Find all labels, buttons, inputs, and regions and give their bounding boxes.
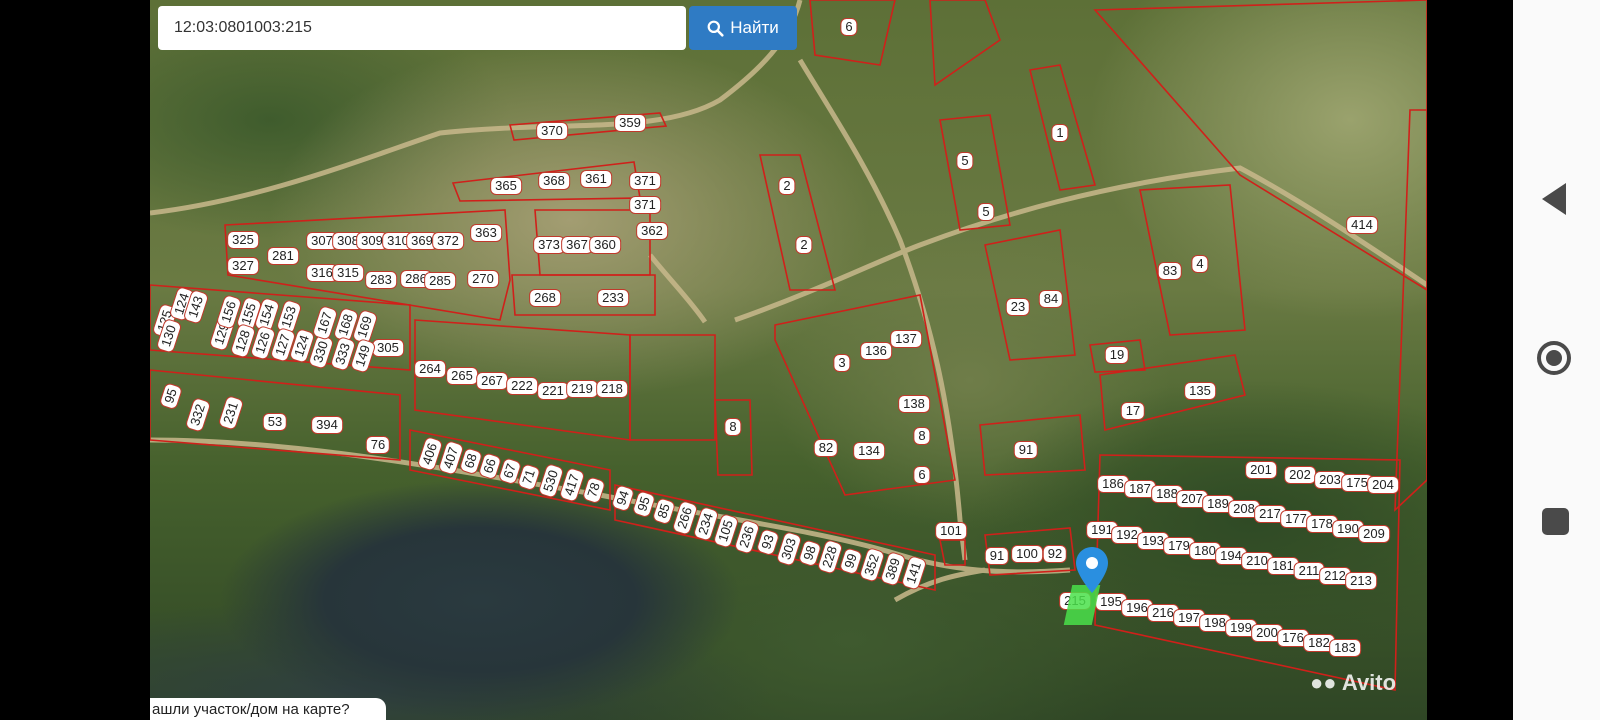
plot-number-label[interactable]: 8 (913, 427, 931, 445)
plot-number-label[interactable]: 6 (913, 466, 931, 484)
plot-number-label[interactable]: 361 (580, 170, 612, 188)
plot-number-label[interactable]: 2 (795, 236, 813, 254)
plot-number-label[interactable]: 3 (833, 354, 851, 372)
plot-number-label[interactable]: 76 (365, 436, 391, 454)
plot-number-label[interactable]: 100 (1011, 545, 1043, 563)
plot-number-label[interactable]: 370 (536, 122, 568, 140)
satellite-map[interactable]: 370 359 365 368 361 371 371 362 325 327 281 307 308 3… (150, 0, 1427, 720)
plot-number-label[interactable]: 183 (1329, 639, 1361, 657)
plot-number-label[interactable]: 134 (853, 442, 885, 460)
plot-number-label[interactable]: 222 (506, 377, 538, 395)
plot-number-label[interactable]: 213 (1345, 572, 1377, 590)
avito-dots-icon: ●● (1310, 670, 1337, 695)
plot-number-label[interactable]: 414 (1346, 216, 1378, 234)
find-button[interactable]: Найти (689, 6, 797, 50)
plot-number-label[interactable]: 101 (935, 522, 967, 540)
plot-number-label[interactable]: 372 (432, 232, 464, 250)
plot-number-label[interactable]: 92 (1042, 545, 1068, 563)
plot-number-label[interactable]: 84 (1038, 290, 1064, 308)
plot-number-label[interactable]: 219 (566, 380, 598, 398)
plot-number-label[interactable]: 8 (724, 418, 742, 436)
plot-number-label[interactable]: 19 (1104, 346, 1130, 364)
find-button-label: Найти (730, 18, 779, 37)
plot-number-label[interactable]: 17 (1120, 402, 1146, 420)
plot-number-label[interactable]: 4 (1191, 255, 1209, 273)
avito-watermark: ●● Avito (1310, 670, 1396, 696)
plot-number-label[interactable]: 270 (467, 270, 499, 288)
plot-number-label[interactable]: 267 (476, 372, 508, 390)
plot-number-label[interactable]: 135 (1184, 382, 1216, 400)
plot-number-label[interactable]: 138 (898, 395, 930, 413)
map-pin-icon (1076, 547, 1108, 593)
watermark-text: Avito (1341, 670, 1397, 695)
plot-number-label[interactable]: 315 (332, 264, 364, 282)
plot-number-label[interactable]: 2 (778, 177, 796, 195)
plot-number-label[interactable]: 283 (365, 271, 397, 289)
plot-number-label[interactable]: 285 (424, 272, 456, 290)
help-bubble[interactable]: ашли участок/дом на карте? (150, 698, 386, 720)
plot-number-label[interactable]: 91 (984, 547, 1010, 565)
plot-number-label[interactable]: 268 (529, 289, 561, 307)
plot-number-label[interactable]: 363 (470, 224, 502, 242)
plot-number-label[interactable]: 6 (840, 18, 858, 36)
plot-number-label[interactable]: 5 (956, 152, 974, 170)
search-icon (707, 20, 724, 37)
plot-number-label[interactable]: 371 (629, 172, 661, 190)
plot-number-label[interactable]: 136 (860, 342, 892, 360)
plot-number-label[interactable]: 367 (561, 236, 593, 254)
plot-number-label[interactable]: 209 (1358, 525, 1390, 543)
plot-number-label[interactable]: 327 (227, 257, 259, 275)
plot-number-label[interactable]: 264 (414, 360, 446, 378)
plot-number-label[interactable]: 53 (262, 413, 288, 431)
plot-number-label[interactable]: 91 (1013, 441, 1039, 459)
plot-number-label[interactable]: 218 (596, 380, 628, 398)
location-pin[interactable] (1076, 547, 1108, 598)
plot-number-label[interactable]: 371 (629, 196, 661, 214)
plot-number-label[interactable]: 360 (589, 236, 621, 254)
plot-number-label[interactable]: 365 (490, 177, 522, 195)
plot-number-label[interactable]: 204 (1367, 476, 1399, 494)
back-icon[interactable] (1542, 183, 1566, 215)
plot-number-label[interactable]: 137 (890, 330, 922, 348)
plot-number-label[interactable]: 373 (533, 236, 565, 254)
search-input-value: 12:03:0801003:215 (174, 19, 312, 36)
plot-number-label[interactable]: 325 (227, 231, 259, 249)
plot-number-label[interactable]: 233 (597, 289, 629, 307)
plot-number-label[interactable]: 281 (267, 247, 299, 265)
plot-number-label[interactable]: 1 (1051, 124, 1069, 142)
plot-number-label[interactable]: 265 (446, 367, 478, 385)
help-bubble-text: ашли участок/дом на карте? (152, 701, 350, 718)
plot-number-label[interactable]: 5 (977, 203, 995, 221)
plot-number-label[interactable]: 394 (311, 416, 343, 434)
home-icon[interactable] (1537, 341, 1571, 375)
recent-apps-icon[interactable] (1542, 508, 1569, 535)
plot-number-label[interactable]: 82 (813, 439, 839, 457)
plot-number-label[interactable]: 368 (538, 172, 570, 190)
plot-number-label[interactable]: 23 (1005, 298, 1031, 316)
plot-number-label[interactable]: 221 (537, 382, 569, 400)
plot-number-label[interactable]: 201 (1245, 461, 1277, 479)
plot-number-label[interactable]: 83 (1157, 262, 1183, 280)
cadastral-search-input[interactable]: 12:03:0801003:215 (158, 6, 686, 50)
plot-number-label[interactable]: 359 (614, 114, 646, 132)
plot-number-label[interactable]: 305 (372, 339, 404, 357)
plot-number-label[interactable]: 202 (1284, 466, 1316, 484)
plot-number-label[interactable]: 362 (636, 222, 668, 240)
